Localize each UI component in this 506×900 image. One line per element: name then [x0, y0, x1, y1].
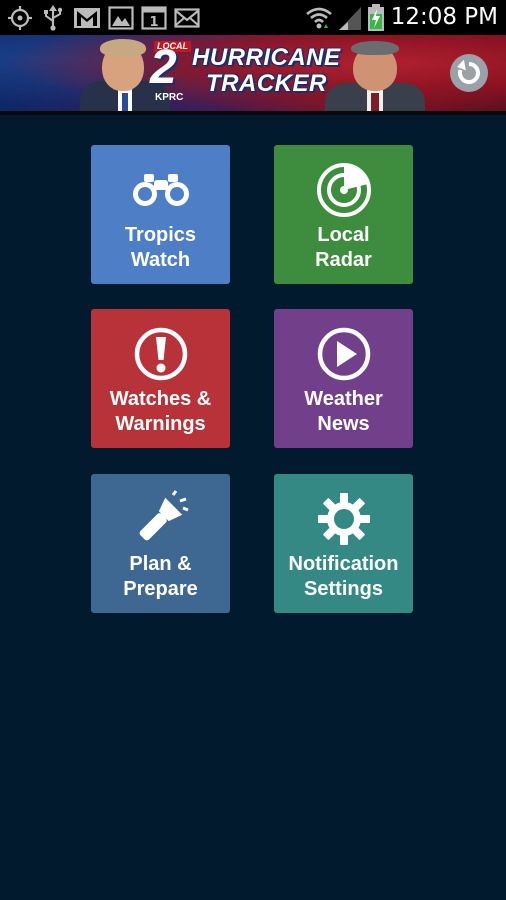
clock: 12:08 PM: [390, 4, 498, 30]
banner-title: HURRICANE TRACKER: [192, 45, 348, 97]
tile-label: Watches & Warnings: [109, 388, 212, 435]
email-icon: [174, 5, 200, 31]
tile-label: Local Radar: [315, 224, 372, 271]
wifi-icon: [305, 5, 333, 31]
tile-label: Notification Settings: [288, 553, 399, 600]
tile-label: Plan & Prepare: [123, 553, 198, 600]
banner-divider: [0, 111, 506, 115]
flashlight-icon: [91, 488, 230, 550]
tile-local-radar[interactable]: Local Radar: [274, 145, 413, 284]
signal-icon: [337, 5, 363, 31]
tile-watches-warnings[interactable]: Watches & Warnings: [91, 309, 230, 448]
battery-charging-icon: [366, 4, 386, 31]
logo-channel-number: 2: [150, 41, 177, 94]
tile-label: Tropics Watch: [124, 224, 197, 271]
play-icon: [274, 323, 413, 385]
tile-label: Weather News: [304, 388, 383, 435]
svg-text:1: 1: [149, 15, 158, 30]
tile-plan-prepare[interactable]: Plan & Prepare: [91, 474, 230, 613]
logo-station: KPRC: [155, 92, 184, 103]
tile-weather-news[interactable]: Weather News: [274, 309, 413, 448]
gps-icon: [7, 5, 33, 31]
app-banner: LOCAL 2 KPRC HURRICANE TRACKER: [0, 35, 506, 115]
radar-icon: [274, 159, 413, 221]
alert-icon: [91, 323, 230, 385]
usb-icon: [42, 5, 64, 31]
binoculars-icon: [91, 159, 230, 221]
tile-notification-settings[interactable]: Notification Settings: [274, 474, 413, 613]
calendar-icon: 1: [141, 5, 167, 31]
tile-tropics-watch[interactable]: Tropics Watch: [91, 145, 230, 284]
banner-title-line1: HURRICANE: [192, 44, 341, 71]
gear-icon: [274, 488, 413, 550]
status-bar: 1 12:08 PM: [0, 0, 506, 35]
refresh-button[interactable]: [450, 54, 488, 92]
gmail-icon: [73, 5, 101, 31]
banner-title-line2: TRACKER: [206, 70, 327, 97]
refresh-icon: [457, 60, 480, 84]
gallery-icon: [108, 5, 134, 31]
